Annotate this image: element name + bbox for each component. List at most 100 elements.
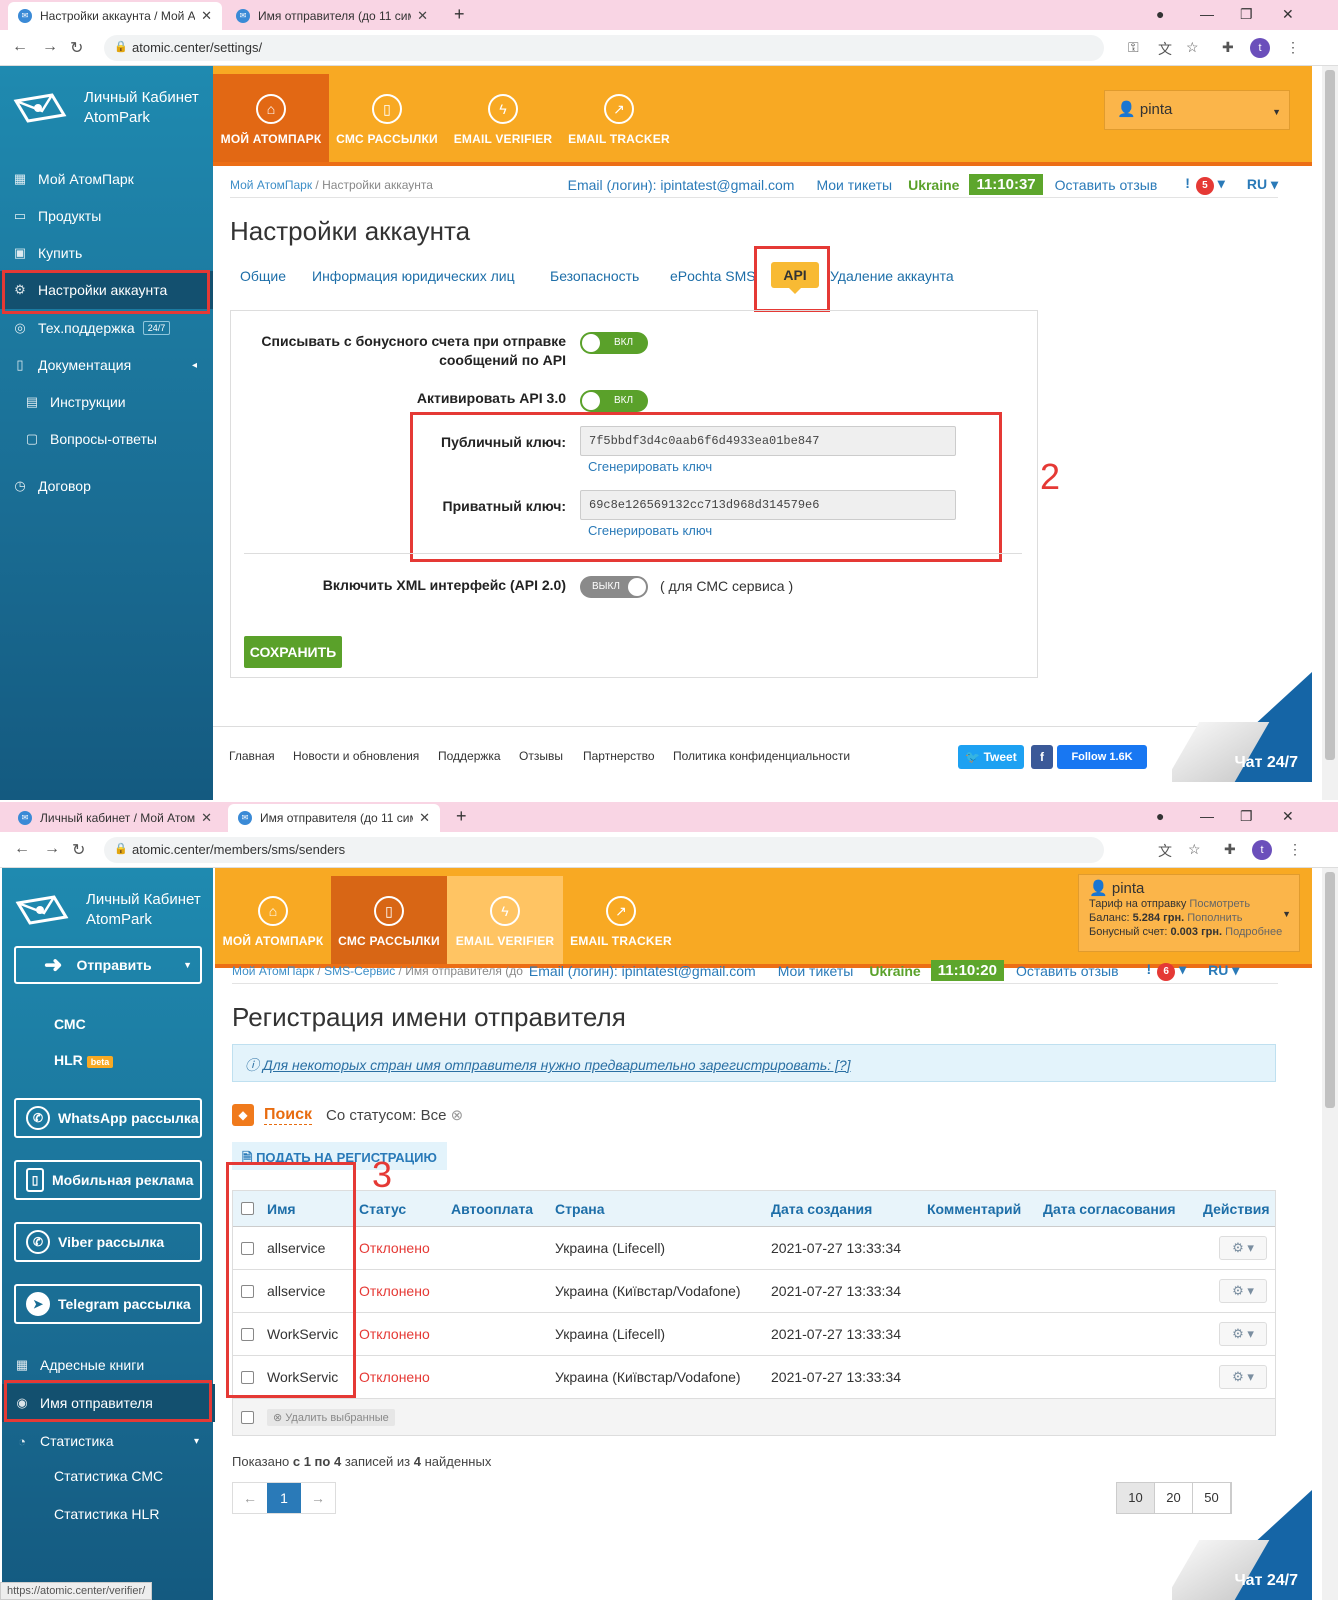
sidebar-item-sms-stats[interactable]: Статистика СМС (54, 1468, 163, 1484)
clear-filter-icon[interactable]: ⊗ (451, 1107, 464, 1124)
topnav-email-verifier[interactable]: ϟ EMAIL VERIFIER (445, 74, 561, 162)
col-comment[interactable]: Комментарий (927, 1191, 1021, 1226)
col-approved[interactable]: Дата согласования (1043, 1191, 1176, 1226)
breadcrumb-sms-link[interactable]: SMS-Сервис (324, 964, 395, 978)
tab-legal-info[interactable]: Информация юридических лиц (312, 268, 515, 284)
footer-link-support[interactable]: Поддержка (438, 749, 501, 763)
new-tab-icon[interactable]: + (454, 4, 465, 25)
api3-toggle[interactable]: ВКЛ (580, 390, 648, 412)
close-tab-icon[interactable]: ✕ (419, 810, 430, 826)
logo[interactable]: Личный Кабинет AtomPark (12, 88, 199, 128)
send-button[interactable]: ➜ Отправить ▼ (14, 946, 202, 984)
top-up-link[interactable]: Пополнить (1187, 912, 1242, 924)
private-key-field[interactable]: 69c8e126569132cc713d968d314579e6 (580, 490, 956, 520)
whatsapp-button[interactable]: ✆ WhatsApp рассылка (14, 1098, 202, 1138)
browser-menu-icon[interactable]: ⋮ (1288, 841, 1302, 858)
new-tab-icon[interactable]: + (456, 806, 467, 827)
breadcrumb-home-link[interactable]: Мой АтомПарк (230, 178, 312, 192)
sidebar-item-faq[interactable]: ▢ Вопросы-ответы (0, 420, 213, 458)
close-tab-icon[interactable]: ✕ (201, 8, 212, 24)
delete-selected-button[interactable]: ⊗ Удалить выбранные (267, 1408, 395, 1426)
save-button[interactable]: СОХРАНИТЬ (244, 636, 342, 668)
back-icon[interactable]: ← (12, 38, 28, 56)
sidebar-item-buy[interactable]: ▣ Купить (0, 234, 213, 272)
col-country[interactable]: Страна (555, 1191, 605, 1226)
scrollbar[interactable] (1322, 868, 1338, 1600)
tab-api[interactable]: API (771, 262, 819, 294)
browser-tab-settings[interactable]: ✉ Настройки аккаунта / Мой Атом ✕ (8, 2, 222, 30)
footer-link-privacy[interactable]: Политика конфиденциальности (673, 749, 850, 763)
footer-link-partnership[interactable]: Партнерство (583, 749, 655, 763)
tab-delete-account[interactable]: Удаление аккаунта (830, 268, 954, 284)
bonus-details-link[interactable]: Подробнее (1225, 926, 1282, 938)
profile-menu-icon[interactable]: ● (1156, 6, 1164, 22)
user-menu[interactable]: 👤 pinta Тариф на отправку Посмотреть Бал… (1078, 874, 1300, 952)
sidebar-item-docs[interactable]: ▯ Документация ◂ (0, 346, 213, 384)
sidebar-item-sender-name[interactable]: ◉ Имя отправителя (2, 1384, 215, 1422)
col-autopay[interactable]: Автооплата (451, 1191, 533, 1226)
row-actions-gear-icon[interactable]: ⚙ ▾ (1219, 1279, 1267, 1303)
reload-icon[interactable]: ↻ (70, 38, 83, 58)
generate-private-key-link[interactable]: Сгенерировать ключ (588, 523, 712, 538)
translate-icon[interactable]: 文 (1158, 39, 1172, 59)
footer-link-news[interactable]: Новости и обновления (293, 749, 419, 763)
browser-tab-sender[interactable]: ✉ Имя отправителя (до 11 симво ✕ (226, 2, 438, 30)
footer-link-reviews[interactable]: Отзывы (519, 749, 563, 763)
logo[interactable]: Личный Кабинет AtomPark (14, 890, 201, 930)
sidebar-item-statistics[interactable]: ◔ Статистика ▾ (2, 1422, 215, 1460)
row-checkbox[interactable] (241, 1284, 254, 1298)
minimize-icon[interactable]: — (1200, 6, 1214, 22)
forward-icon[interactable]: → (44, 840, 60, 858)
topnav-sms[interactable]: ▯ СМС РАССЫЛКИ (329, 74, 445, 162)
browser-avatar[interactable]: t (1250, 38, 1270, 58)
topnav-my-atompark[interactable]: ⌂ МОЙ АТОМПАРК (215, 876, 331, 964)
page-size-10[interactable]: 10 (1117, 1483, 1155, 1513)
tweet-button[interactable]: 🐦 Tweet (958, 745, 1024, 769)
bookmark-star-icon[interactable]: ☆ (1188, 841, 1201, 858)
close-tab-icon[interactable]: ✕ (201, 810, 212, 826)
topnav-my-atompark[interactable]: ⌂ МОЙ АТОМПАРК (213, 74, 329, 162)
xml-toggle[interactable]: ВЫКЛ (580, 576, 648, 598)
sidebar-item-account-settings[interactable]: ⚙ Настройки аккаунта (0, 271, 213, 309)
col-name[interactable]: Имя (267, 1191, 296, 1226)
row-actions-gear-icon[interactable]: ⚙ ▾ (1219, 1365, 1267, 1389)
telegram-button[interactable]: ➤ Telegram рассылка (14, 1284, 202, 1324)
footer-link-home[interactable]: Главная (229, 749, 275, 763)
topnav-email-tracker[interactable]: ↗ EMAIL TRACKER (563, 876, 679, 964)
row-actions-gear-icon[interactable]: ⚙ ▾ (1219, 1236, 1267, 1260)
public-key-field[interactable]: 7f5bbdf3d4c0aab6f6d4933ea01be847 (580, 426, 956, 456)
register-sender-button[interactable]: 🗎 ПОДАТЬ НА РЕГИСТРАЦИЮ (232, 1142, 447, 1170)
language-selector[interactable]: RU ▾ (1208, 962, 1239, 979)
user-menu[interactable]: 👤 pinta ▼ (1104, 90, 1290, 130)
key-icon[interactable]: ⚿ (1128, 39, 1139, 56)
close-window-icon[interactable]: ✕ (1282, 6, 1294, 23)
bonus-toggle[interactable]: ВКЛ (580, 332, 648, 354)
profile-menu-icon[interactable]: ● (1156, 808, 1164, 824)
tab-epochta-sms[interactable]: ePochta SMS (670, 268, 756, 284)
browser-tab-sender[interactable]: ✉ Имя отправителя (до 11 симво ✕ (228, 804, 440, 832)
feedback-link[interactable]: Оставить отзыв (1016, 963, 1119, 979)
email-login-link[interactable]: Email (логин): ipintatest@gmail.com (529, 963, 756, 979)
col-status[interactable]: Статус (359, 1191, 406, 1226)
sidebar-item-products[interactable]: ▭ Продукты (0, 197, 213, 235)
reload-icon[interactable]: ↻ (72, 840, 85, 860)
notifications[interactable]: ! 6 ▾ (1147, 961, 1186, 981)
status-filter[interactable]: Со статусом: Все ⊗ (326, 1106, 463, 1124)
follow-button[interactable]: Follow 1.6K (1057, 745, 1147, 769)
page-1-button[interactable]: 1 (267, 1483, 301, 1513)
footer-select-checkbox[interactable] (241, 1410, 254, 1424)
row-actions-gear-icon[interactable]: ⚙ ▾ (1219, 1322, 1267, 1346)
email-login-link[interactable]: Email (логин): ipintatest@gmail.com (568, 177, 795, 193)
back-icon[interactable]: ← (14, 840, 30, 858)
restore-icon[interactable]: ❐ (1240, 808, 1253, 825)
extensions-icon[interactable]: ✚ (1222, 39, 1234, 56)
sidebar-item-hlr[interactable]: HLR beta (54, 1052, 114, 1068)
facebook-icon[interactable]: f (1031, 745, 1053, 769)
browser-tab-cabinet[interactable]: ✉ Личный кабинет / Мой АтомПа ✕ (8, 804, 222, 832)
sidebar-item-hlr-stats[interactable]: Статистика HLR (54, 1506, 159, 1522)
my-tickets-link[interactable]: Мои тикеты (816, 177, 892, 193)
info-link[interactable]: Для некоторых стран имя отправителя нужн… (263, 1057, 851, 1073)
scrollbar[interactable] (1322, 66, 1338, 800)
select-all-checkbox[interactable] (241, 1202, 254, 1215)
feedback-link[interactable]: Оставить отзыв (1055, 177, 1158, 193)
